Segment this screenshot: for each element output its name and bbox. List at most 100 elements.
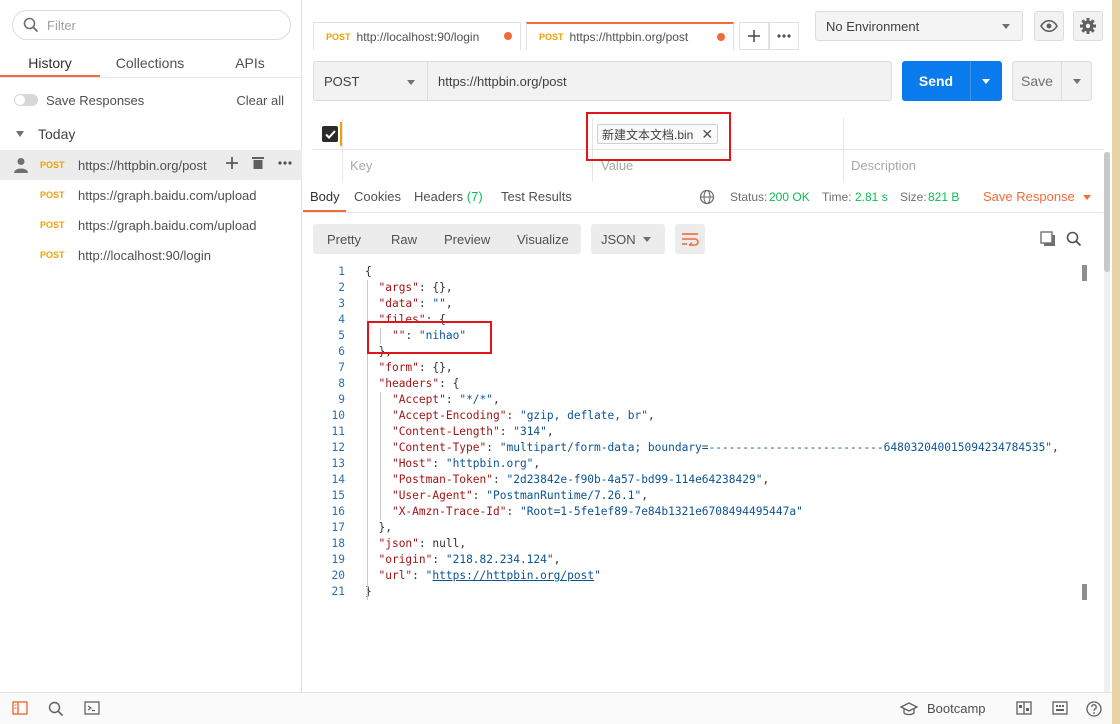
history-method: POST [40, 190, 65, 200]
graduation-cap-icon [900, 701, 918, 715]
check-icon [324, 129, 336, 139]
add-icon[interactable] [226, 156, 238, 169]
environment-select[interactable]: No Environment [815, 11, 1023, 41]
settings-button[interactable] [1073, 11, 1103, 41]
history-item[interactable]: POST https://graph.baidu.com/upload [0, 210, 302, 240]
tab-apis[interactable]: APIs [200, 50, 300, 77]
request-tab-login[interactable]: POST http://localhost:90/login [313, 22, 521, 50]
code-line: "url": "https://httpbin.org/post" [378, 569, 601, 582]
view-preview[interactable]: Preview [444, 232, 490, 247]
headers-count: (7) [466, 189, 483, 204]
chevron-down-icon [1082, 195, 1091, 201]
help-icon[interactable] [1086, 701, 1102, 717]
line-number: 6 [338, 345, 345, 358]
history-url: http://localhost:90/login [78, 247, 211, 263]
search-icon[interactable] [1066, 231, 1082, 247]
line-number: 10 [331, 409, 345, 422]
console-icon[interactable] [84, 701, 100, 715]
tab-url: http://localhost:90/login [356, 29, 480, 44]
line-number: 14 [331, 473, 345, 486]
line-number: 11 [331, 425, 345, 438]
key-placeholder[interactable]: Key [350, 158, 372, 173]
unsaved-dot-icon [717, 33, 725, 41]
line-number: 2 [338, 281, 345, 294]
active-tab-indicator [303, 210, 346, 212]
find-icon[interactable] [48, 701, 64, 717]
row-checkbox[interactable] [322, 126, 338, 142]
line-number: 12 [331, 441, 345, 454]
view-visualize[interactable]: Visualize [517, 232, 569, 247]
tab-history[interactable]: History [0, 50, 100, 77]
code-line: "Content-Length": "314", [391, 425, 554, 438]
tab-method: POST [539, 32, 564, 42]
history-group-today[interactable]: Today [16, 126, 75, 142]
window-edge [1112, 0, 1120, 724]
url-input[interactable]: https://httpbin.org/post [428, 61, 892, 101]
tab-options-button[interactable] [769, 22, 799, 50]
environment-quick-look-button[interactable] [1034, 11, 1064, 41]
tab-collections[interactable]: Collections [100, 50, 200, 77]
code-line: "User-Agent": "PostmanRuntime/7.26.1", [391, 489, 648, 502]
line-number: 8 [338, 377, 345, 390]
trash-icon[interactable] [252, 156, 264, 169]
line-number: 3 [338, 297, 345, 310]
history-method: POST [40, 160, 65, 170]
format-select[interactable]: JSON [591, 224, 665, 254]
code-line: "Content-Type": "multipart/form-data; bo… [391, 441, 1059, 454]
eye-icon [1040, 20, 1058, 32]
two-pane-view-icon[interactable] [1016, 701, 1032, 715]
user-icon [14, 158, 28, 173]
tab-headers[interactable]: Headers (7) [414, 189, 483, 204]
view-raw[interactable]: Raw [391, 232, 417, 247]
line-number: 13 [331, 457, 345, 470]
scrollbar-thumb[interactable] [1104, 152, 1110, 272]
filter-input[interactable]: Filter [12, 10, 291, 40]
history-url: https://graph.baidu.com/upload [78, 187, 257, 203]
save-responses-toggle[interactable] [14, 94, 38, 106]
status-label: Status: [730, 190, 768, 204]
unsaved-dot-icon [504, 32, 512, 40]
size-value[interactable]: 821 B [928, 190, 959, 204]
chevron-down-icon [16, 131, 24, 137]
description-placeholder[interactable]: Description [851, 158, 916, 173]
time-value[interactable]: 2.81 s [855, 190, 888, 204]
code-line: "Host": "httpbin.org", [391, 457, 541, 470]
code-line: "X-Amzn-Trace-Id": "Root=1-5fe1ef89-7e84… [391, 505, 803, 518]
view-pretty[interactable]: Pretty [327, 232, 361, 247]
tab-test-results[interactable]: Test Results [501, 189, 572, 204]
bootcamp-button[interactable]: Bootcamp [900, 701, 986, 716]
line-number: 20 [331, 569, 345, 582]
save-label: Save [1021, 73, 1053, 89]
status-value[interactable]: 200 OK [769, 190, 810, 204]
more-icon[interactable] [278, 160, 292, 165]
new-tab-button[interactable] [739, 22, 769, 50]
history-item[interactable]: POST https://httpbin.org/post [0, 150, 302, 180]
history-item[interactable]: POST https://graph.baidu.com/upload [0, 180, 302, 210]
request-tab-httpbin[interactable]: POST https://httpbin.org/post [526, 22, 734, 50]
save-dropdown-icon[interactable] [1073, 78, 1081, 84]
save-response-button[interactable]: Save Response [983, 189, 1091, 204]
code-line: "data": "", [378, 297, 453, 310]
send-button[interactable]: Send [902, 61, 1002, 101]
clear-all-button[interactable]: Clear all [236, 93, 284, 108]
send-label: Send [918, 73, 954, 89]
save-responses-row: Save Responses Clear all [14, 90, 284, 110]
wrap-lines-button[interactable] [675, 224, 705, 254]
tab-cookies[interactable]: Cookies [354, 189, 401, 204]
history-item[interactable]: POST http://localhost:90/login [0, 240, 302, 270]
method-select[interactable]: POST [313, 61, 428, 101]
code-line: "Postman-Token": "2d23842e-f90b-4a57-bd9… [391, 473, 770, 486]
save-button[interactable]: Save [1012, 61, 1092, 101]
line-number: 7 [338, 361, 345, 374]
sidebar-tabs: History Collections APIs [0, 50, 302, 78]
code-line: "Accept": "*/*", [391, 393, 500, 406]
wrap-icon [682, 233, 699, 246]
tab-body[interactable]: Body [310, 189, 340, 204]
send-dropdown-icon[interactable] [982, 78, 990, 84]
copy-icon[interactable] [1040, 231, 1056, 247]
sidebar-toggle-icon[interactable] [12, 701, 28, 715]
globe-icon[interactable] [699, 189, 715, 205]
keyboard-shortcuts-icon[interactable] [1052, 701, 1068, 715]
line-number: 18 [331, 537, 345, 550]
tab-method: POST [326, 31, 351, 42]
